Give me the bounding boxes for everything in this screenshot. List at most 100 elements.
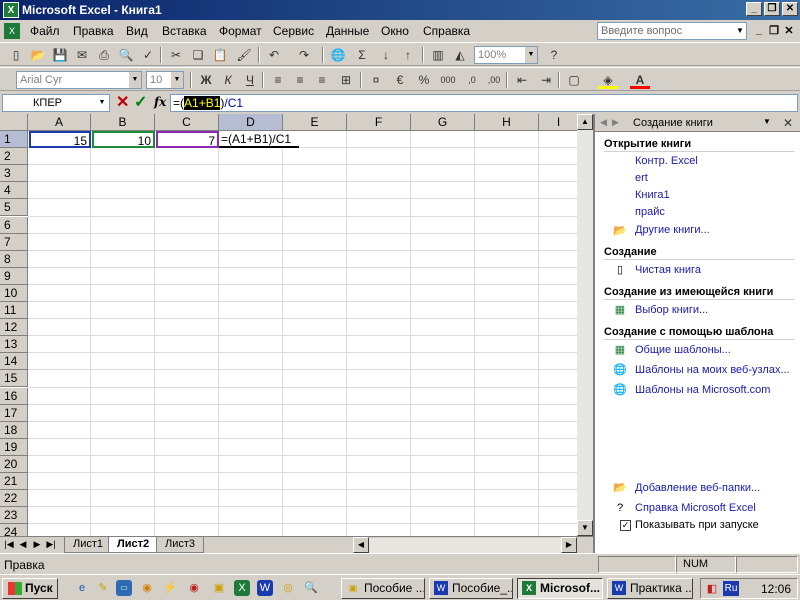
doc-minimize-button[interactable]: _ [752, 24, 766, 36]
choose-book-link[interactable]: Выбор книги... [635, 304, 708, 316]
autosum-icon[interactable]: Σ [352, 46, 372, 64]
search-icon[interactable]: 🔍 [303, 580, 319, 596]
scroll-left-icon[interactable]: ◀ [353, 537, 369, 553]
column-header-b[interactable]: B [91, 114, 155, 131]
close-icon[interactable]: ✕ [783, 116, 793, 130]
chevron-down-icon[interactable]: ▼ [734, 23, 746, 39]
fill-color-icon[interactable]: ◈ [598, 71, 618, 89]
back-icon[interactable]: ◀ [600, 117, 607, 128]
row-header-5[interactable]: 5 [0, 199, 28, 217]
ie-icon[interactable]: e [74, 580, 90, 596]
menu-edit[interactable]: Правка [73, 24, 114, 38]
hyperlink-icon[interactable]: 🌐 [328, 46, 348, 64]
recent-file-2[interactable]: ert [635, 172, 648, 184]
cell-a1[interactable]: 15 [29, 131, 91, 148]
menu-file[interactable]: Файл [30, 24, 60, 38]
column-header-d[interactable]: D [219, 114, 283, 131]
row-header-16[interactable]: 16 [0, 387, 28, 405]
sheet-tab-1[interactable]: Лист1 [64, 537, 113, 553]
task-posobie-2[interactable]: W Пособие_... [429, 578, 513, 599]
row-header-23[interactable]: 23 [0, 507, 28, 525]
increase-indent-icon[interactable]: ⇥ [536, 71, 556, 89]
sheet-tab-3[interactable]: Лист3 [156, 537, 205, 553]
task-praktika[interactable]: W Практика ... [607, 578, 693, 599]
column-header-a[interactable]: A [28, 114, 91, 131]
font-color-icon[interactable]: A [630, 71, 650, 89]
row-header-7[interactable]: 7 [0, 233, 28, 251]
excel-quick-icon[interactable]: X [234, 580, 250, 596]
scroll-down-icon[interactable]: ▼ [577, 520, 593, 536]
cut-icon[interactable]: ✂ [166, 46, 186, 64]
show-on-startup-checkbox[interactable]: ✓ [620, 520, 631, 531]
column-header-f[interactable]: F [347, 114, 411, 131]
menu-window[interactable]: Окно [381, 24, 409, 38]
sheet-tab-2[interactable]: Лист2 [108, 537, 159, 553]
zoom-select[interactable]: 100% ▼ [474, 46, 538, 64]
permission-icon[interactable]: ✉ [72, 46, 92, 64]
row-header-2[interactable]: 2 [0, 148, 28, 166]
sort-desc-icon[interactable]: ↑ [398, 46, 418, 64]
chart-wizard-icon[interactable]: ▥ [428, 46, 448, 64]
bold-button[interactable]: Ж [196, 71, 216, 89]
excel-help-link[interactable]: Справка Microsoft Excel [635, 502, 756, 514]
language-indicator[interactable]: Ru [723, 581, 739, 596]
row-header-15[interactable]: 15 [0, 370, 28, 388]
column-header-i[interactable]: I [539, 114, 579, 131]
accept-icon[interactable]: ✓ [134, 94, 147, 112]
thousands-icon[interactable]: 000 [438, 71, 458, 89]
new-icon[interactable]: ▯ [6, 46, 26, 64]
tool-icon[interactable]: ⚡ [162, 580, 178, 596]
firefox-icon[interactable]: ◉ [186, 580, 202, 596]
menu-insert[interactable]: Вставка [162, 24, 207, 38]
menu-format[interactable]: Формат [219, 24, 262, 38]
italic-button[interactable]: К [218, 71, 238, 89]
desktop-icon[interactable]: ▭ [116, 580, 132, 596]
cell-b1[interactable]: 10 [92, 131, 155, 148]
scroll-up-icon[interactable]: ▲ [577, 114, 593, 130]
chevron-down-icon[interactable]: ▼ [763, 117, 771, 126]
start-button[interactable]: Пуск [2, 578, 58, 599]
percent-icon[interactable]: % [414, 71, 434, 89]
chevron-down-icon[interactable]: ▼ [525, 47, 537, 63]
name-box[interactable]: КПЕР [2, 94, 110, 112]
row-header-9[interactable]: 9 [0, 267, 28, 285]
decrease-decimal-icon[interactable]: ,00 [484, 71, 504, 89]
add-web-folder-link[interactable]: Добавление веб-папки... [635, 482, 760, 494]
row-header-22[interactable]: 22 [0, 490, 28, 508]
sort-asc-icon[interactable]: ↓ [376, 46, 396, 64]
recent-file-3[interactable]: Книга1 [635, 189, 670, 201]
merge-center-icon[interactable]: ⊞ [336, 71, 356, 89]
more-books-link[interactable]: Другие книги... [635, 224, 710, 236]
excel-icon[interactable]: X [3, 2, 19, 18]
cancel-icon[interactable]: ✕ [116, 94, 129, 112]
row-header-3[interactable]: 3 [0, 165, 28, 183]
doc-restore-button[interactable]: ❐ [767, 24, 781, 37]
scroll-right-icon[interactable]: ▶ [561, 537, 577, 553]
increase-decimal-icon[interactable]: ,0 [462, 71, 482, 89]
folder-icon[interactable]: ▣ [211, 580, 227, 596]
row-header-10[interactable]: 10 [0, 284, 28, 302]
print-icon[interactable]: ⎙ [94, 46, 114, 64]
print-preview-icon[interactable]: 🔍 [116, 46, 136, 64]
recent-file-4[interactable]: прайс [635, 206, 665, 218]
help-question-input[interactable]: Введите вопрос [597, 22, 747, 40]
font-select[interactable]: Arial Cyr ▼ [16, 71, 142, 89]
forward-icon[interactable]: ▶ [612, 117, 619, 128]
general-templates-link[interactable]: Общие шаблоны... [635, 344, 731, 356]
column-header-g[interactable]: G [411, 114, 475, 131]
drawing-icon[interactable]: ◭ [450, 46, 470, 64]
media-icon[interactable]: ◉ [139, 580, 155, 596]
decrease-indent-icon[interactable]: ⇤ [512, 71, 532, 89]
blank-book-link[interactable]: Чистая книга [635, 264, 701, 276]
row-header-11[interactable]: 11 [0, 302, 28, 319]
row-header-17[interactable]: 17 [0, 404, 28, 422]
row-header-14[interactable]: 14 [0, 353, 28, 371]
save-icon[interactable]: 💾 [50, 46, 70, 64]
row-header-12[interactable]: 12 [0, 319, 28, 337]
menu-help[interactable]: Справка [423, 24, 470, 38]
align-right-icon[interactable]: ≡ [312, 71, 332, 89]
copy-icon[interactable]: ❏ [188, 46, 208, 64]
task-excel[interactable]: X Microsof... [517, 578, 603, 599]
column-header-h[interactable]: H [475, 114, 539, 131]
underline-button[interactable]: Ч [240, 71, 260, 89]
